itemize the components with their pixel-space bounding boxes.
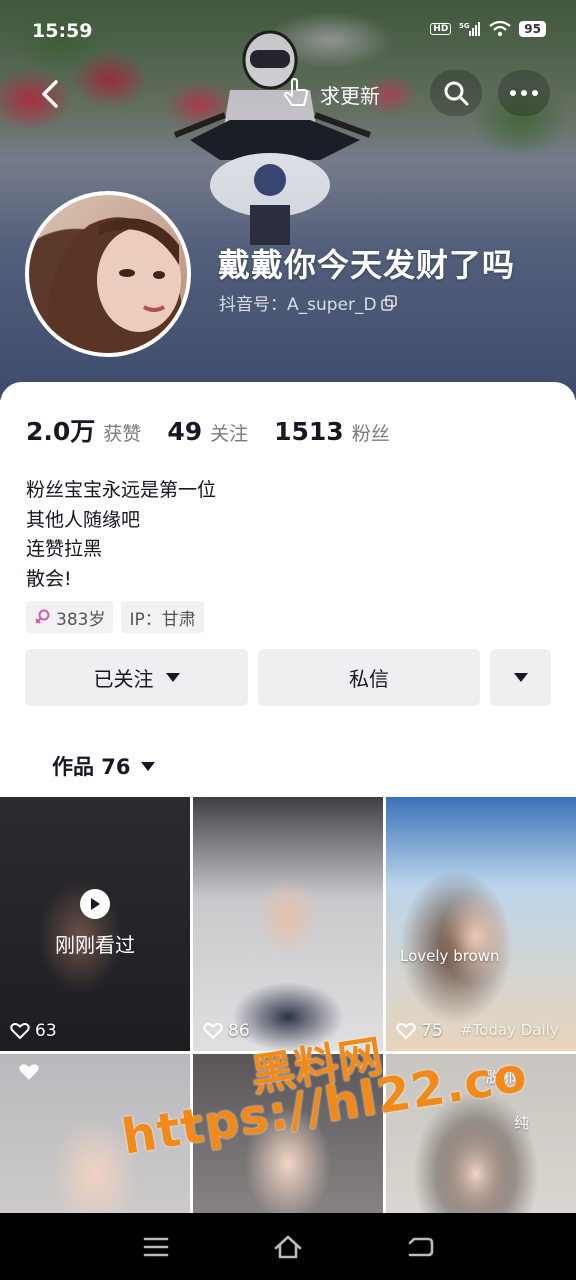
message-label: 私信 <box>349 667 389 691</box>
stat-value: 1513 <box>274 417 344 446</box>
menu-icon <box>143 1237 169 1256</box>
caret-down-icon <box>165 673 180 682</box>
video-grid: 刚刚看过 63 86 Lovely brown #Today Daily 75 … <box>0 797 576 1280</box>
play-icon <box>80 889 110 919</box>
video-tile[interactable]: Lovely brown #Today Daily 75 <box>386 797 576 1051</box>
profile-actions: 已关注 私信 <box>25 649 551 706</box>
status-time: 15:59 <box>32 20 93 42</box>
status-bar: 15:59 HD 5G 95 <box>0 0 576 62</box>
works-tab-label: 作品 76 <box>52 755 131 779</box>
search-icon <box>444 81 469 106</box>
stat-following[interactable]: 49 关注 <box>167 417 248 446</box>
followed-button[interactable]: 已关注 <box>25 649 248 706</box>
stat-label: 关注 <box>210 423 249 445</box>
female-gender-icon <box>35 609 50 624</box>
douyin-id[interactable]: 抖音号：A_super_D <box>219 290 397 315</box>
age-tag: 383岁 <box>26 601 114 633</box>
video-likes: 75 <box>396 1021 443 1041</box>
heart-sticker-icon <box>19 1064 39 1080</box>
ip-location-tag: IP：甘肃 <box>121 601 204 633</box>
age-tag-text: 383岁 <box>56 609 106 630</box>
stat-label: 粉丝 <box>351 423 390 445</box>
copy-icon[interactable] <box>380 294 397 311</box>
signal-icon: 5G <box>459 22 481 36</box>
avatar[interactable] <box>25 191 191 357</box>
followed-label: 已关注 <box>93 667 154 691</box>
recent-apps-button[interactable] <box>136 1227 176 1267</box>
more-options-button[interactable] <box>498 70 550 116</box>
profile-tags: 383岁 IP：甘肃 <box>26 601 204 633</box>
video-hashtag: #Today Daily <box>460 1021 559 1039</box>
stat-label: 获赞 <box>103 423 142 445</box>
profile-card: 2.0万 获赞 49 关注 1513 粉丝 粉丝宝宝永远是第一位 其他人随缘吧 … <box>0 382 576 802</box>
hd-icon: HD <box>430 23 452 35</box>
nickname: 戴戴你今天发财了吗 <box>218 246 516 284</box>
home-icon <box>274 1235 302 1258</box>
back-arrow-icon <box>408 1237 434 1256</box>
video-tile[interactable]: 86 <box>193 797 383 1051</box>
recommend-dropdown-button[interactable] <box>490 649 551 706</box>
tab-works[interactable]: 作品 76 <box>52 751 155 781</box>
message-button[interactable]: 私信 <box>258 649 480 706</box>
video-caption: Lovely brown <box>400 947 500 965</box>
wifi-icon <box>489 21 511 37</box>
home-button[interactable] <box>268 1227 308 1267</box>
system-nav-bar <box>0 1213 576 1280</box>
stat-likes[interactable]: 2.0万 获赞 <box>26 412 141 448</box>
video-caption: 脱邪 <box>486 1068 517 1086</box>
recently-watched-label: 刚刚看过 <box>55 933 135 957</box>
request-update-button[interactable]: 求更新 <box>280 74 380 114</box>
more-dots-icon <box>510 90 538 96</box>
heart-outline-icon <box>10 1023 30 1040</box>
likes-count: 63 <box>35 1021 57 1041</box>
stat-value: 2.0万 <box>26 417 96 446</box>
status-icons: HD 5G 95 <box>430 21 546 37</box>
likes-count: 86 <box>228 1021 250 1041</box>
profile-stats: 2.0万 获赞 49 关注 1513 粉丝 <box>26 412 390 448</box>
profile-screen: 15:59 HD 5G 95 求更新 戴戴你今天发财了吗 抖音号：A_super… <box>0 0 576 1280</box>
bio-line: 粉丝宝宝永远是第一位 <box>26 479 217 501</box>
bio-line: 其他人随缘吧 <box>26 508 141 531</box>
heart-outline-icon <box>203 1023 223 1040</box>
back-nav-button[interactable] <box>400 1227 440 1267</box>
request-update-label: 求更新 <box>320 83 380 108</box>
likes-count: 75 <box>421 1021 443 1041</box>
back-button[interactable] <box>34 74 70 114</box>
stat-followers[interactable]: 1513 粉丝 <box>274 417 390 446</box>
caret-down-icon <box>140 761 155 771</box>
bio-line: 连赞拉黑 <box>26 538 103 560</box>
battery-indicator: 95 <box>519 21 546 37</box>
caret-down-icon <box>513 673 528 682</box>
bio: 粉丝宝宝永远是第一位 其他人随缘吧 连赞拉黑 散会! <box>26 476 216 594</box>
heart-outline-icon <box>396 1023 416 1040</box>
video-tile[interactable]: 刚刚看过 63 <box>0 797 190 1051</box>
video-caption: 纯 <box>514 1114 530 1132</box>
video-likes: 86 <box>203 1021 250 1041</box>
chevron-left-icon <box>42 80 58 108</box>
hand-point-icon <box>284 78 308 106</box>
svg-text:5G: 5G <box>459 22 470 30</box>
bio-line: 散会! <box>26 567 72 590</box>
douyin-id-text: 抖音号：A_super_D <box>219 295 377 315</box>
recently-watched-overlay: 刚刚看过 <box>0 889 190 958</box>
ip-tag-text: IP：甘肃 <box>129 609 196 630</box>
avatar-portrait <box>47 217 183 353</box>
search-button[interactable] <box>430 70 482 116</box>
video-likes: 63 <box>10 1021 57 1041</box>
stat-value: 49 <box>167 417 203 446</box>
